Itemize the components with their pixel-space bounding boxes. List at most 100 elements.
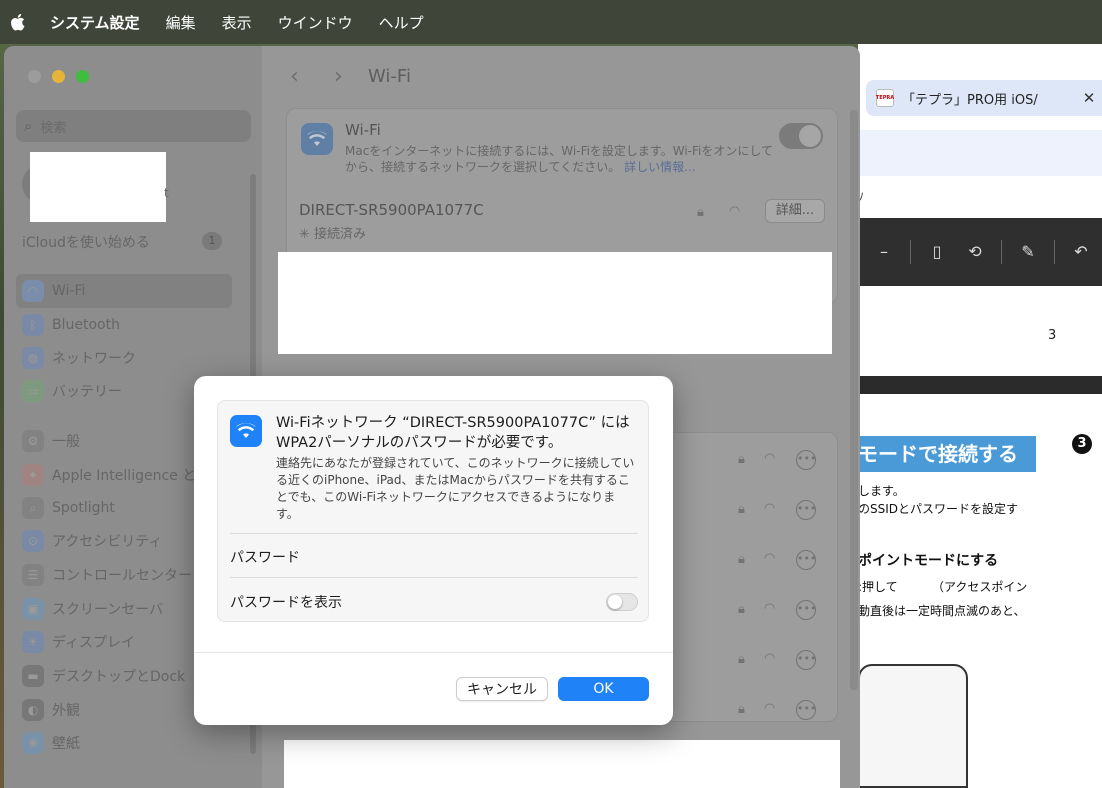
- toolbar-dash-icon[interactable]: –: [872, 240, 896, 264]
- row-divider: [230, 577, 638, 578]
- more-options-icon[interactable]: •••: [796, 450, 816, 470]
- sidebar-item-wifi[interactable]: ◠ Wi-Fi: [16, 274, 232, 308]
- sidebar-item-label: バッテリー: [52, 384, 122, 400]
- apple-menu-icon[interactable]: [10, 12, 28, 32]
- page-number: 3: [1048, 328, 1057, 343]
- pdf-text-line: のSSIDとパスワードを設定す: [858, 502, 1019, 516]
- more-options-icon[interactable]: •••: [796, 600, 816, 620]
- lock-icon: 🔒︎: [738, 552, 745, 567]
- lock-icon: 🔒︎: [738, 452, 745, 467]
- connected-network-name: DIRECT-SR5900PA1077C: [299, 201, 484, 219]
- icloud-count-badge: 1: [202, 232, 222, 250]
- sidebar-item-label: Spotlight: [52, 500, 115, 516]
- sidebar-item-network[interactable]: ◍ ネットワーク: [16, 341, 232, 375]
- sidebar-item-wallpaper[interactable]: ❀ 壁紙: [16, 726, 232, 760]
- menu-bar: システム設定 編集 表示 ウインドウ ヘルプ: [0, 0, 1102, 44]
- search-placeholder: 検索: [40, 120, 67, 136]
- redacted-account-name: [30, 152, 166, 222]
- show-password-toggle[interactable]: [606, 593, 638, 611]
- lock-icon: 🔒︎: [738, 652, 745, 667]
- sidebar-item-label: Wi-Fi: [52, 283, 86, 299]
- browser-tab[interactable]: TEPRA 「テプラ」PRO用 iOS/ ✕: [866, 80, 1102, 116]
- password-input[interactable]: [328, 537, 636, 571]
- wifi-signal-icon: ◠: [764, 601, 776, 616]
- menu-view[interactable]: 表示: [222, 12, 252, 33]
- account-name-tail: t: [164, 186, 169, 200]
- forward-chevron-icon[interactable]: ›: [334, 64, 343, 89]
- wifi-icon: [230, 415, 262, 447]
- apple-intelligence-icon: ✦: [22, 464, 44, 486]
- wifi-icon: ◠: [22, 280, 44, 302]
- browser-address-bar[interactable]: [858, 130, 1102, 176]
- menu-window[interactable]: ウインドウ: [278, 12, 353, 33]
- pdf-heading-line: ポイントモードにする: [858, 553, 999, 569]
- menu-help[interactable]: ヘルプ: [379, 12, 424, 33]
- zoom-window-button[interactable]: [76, 70, 89, 83]
- wifi-toggle[interactable]: [779, 123, 823, 149]
- sidebar-item-label: デスクトップとDock: [52, 669, 186, 685]
- spinner-icon: ✳: [299, 227, 315, 242]
- page-title: Wi-Fi: [368, 66, 411, 87]
- icloud-setup-link[interactable]: iCloudを使い始める: [22, 232, 150, 252]
- network-status-text: 接続済み: [314, 227, 367, 242]
- sidebar-item-label: スクリーンセーバ: [52, 602, 164, 618]
- pdf-text-line: :押して: [858, 580, 898, 594]
- step-badge: 3: [1072, 434, 1092, 454]
- back-chevron-icon[interactable]: ‹: [290, 64, 299, 89]
- password-label: パスワード: [230, 550, 300, 566]
- wifi-signal-icon: ◠: [764, 501, 776, 516]
- menu-app-name[interactable]: システム設定: [50, 12, 140, 33]
- tab-close-icon[interactable]: ✕: [1076, 89, 1102, 107]
- browser-tab-title: 「テプラ」PRO用 iOS/: [902, 92, 1038, 108]
- fit-page-icon[interactable]: ▯: [925, 240, 949, 264]
- menu-edit[interactable]: 編集: [166, 12, 196, 33]
- spotlight-icon: ⌕: [22, 497, 44, 519]
- more-options-icon[interactable]: •••: [796, 500, 816, 520]
- main-scrollbar[interactable]: [850, 110, 858, 690]
- section-banner: モードで接続する: [858, 436, 1036, 472]
- more-options-icon[interactable]: •••: [796, 550, 816, 570]
- wifi-signal-icon: ◠: [764, 651, 776, 666]
- wifi-description: Macをインターネットに接続するには、Wi-Fiを設定します。Wi-Fiをオンに…: [345, 143, 775, 175]
- control-center-icon: ☰: [22, 564, 44, 586]
- display-icon: ☀: [22, 631, 44, 653]
- redacted-area: [284, 740, 840, 788]
- dialog-heading: Wi-Fiネットワーク “DIRECT-SR5900PA1077C” にはWPA…: [276, 415, 630, 451]
- cancel-button[interactable]: キャンセル: [456, 677, 548, 701]
- network-icon: ◍: [22, 347, 44, 369]
- ok-button[interactable]: OK: [558, 677, 649, 701]
- accessibility-icon: ⊙: [22, 530, 44, 552]
- details-button[interactable]: 詳細...: [765, 199, 825, 223]
- pdf-text-line: します。: [858, 484, 905, 498]
- printer-illustration: [858, 664, 968, 788]
- page-gap: [858, 376, 1102, 394]
- toolbar-separator: [1001, 240, 1002, 264]
- more-options-icon[interactable]: •••: [796, 650, 816, 670]
- wallpaper-icon: ❀: [22, 732, 44, 754]
- dialog-footer-divider: [194, 652, 673, 653]
- sidebar-search-field[interactable]: ⌕ 検索: [16, 110, 251, 142]
- close-window-button[interactable]: [28, 70, 41, 83]
- more-options-icon[interactable]: •••: [796, 700, 816, 720]
- wifi-description-text: Macをインターネットに接続するには、Wi-Fiを設定します。Wi-Fiをオンに…: [345, 144, 774, 174]
- draw-icon[interactable]: ✎: [1016, 240, 1040, 264]
- toolbar-separator: [1054, 240, 1055, 264]
- undo-icon[interactable]: ↶: [1069, 240, 1093, 264]
- tepra-favicon-icon: TEPRA: [876, 89, 894, 107]
- minimize-window-button[interactable]: [52, 70, 65, 83]
- screensaver-icon: ▣: [22, 598, 44, 620]
- lock-icon: 🔒︎: [738, 602, 745, 617]
- sidebar-item-label: Apple Intelligence と: [52, 468, 197, 484]
- network-status: ✳ 接続済み: [299, 223, 366, 242]
- sidebar-item-label: 外観: [52, 703, 80, 719]
- pdf-text-line: （アクセスポイン: [932, 580, 1028, 594]
- more-info-link[interactable]: 詳しい情報...: [624, 160, 695, 174]
- rotate-icon[interactable]: ⟲: [963, 240, 987, 264]
- sidebar-item-bluetooth[interactable]: ᛒ Bluetooth: [16, 308, 232, 342]
- battery-icon: ▭: [22, 380, 44, 402]
- search-icon: ⌕: [24, 117, 33, 135]
- redacted-area: [870, 184, 980, 210]
- sidebar-item-label: Bluetooth: [52, 317, 120, 333]
- appearance-icon: ◐: [22, 699, 44, 721]
- wifi-icon: [301, 123, 333, 155]
